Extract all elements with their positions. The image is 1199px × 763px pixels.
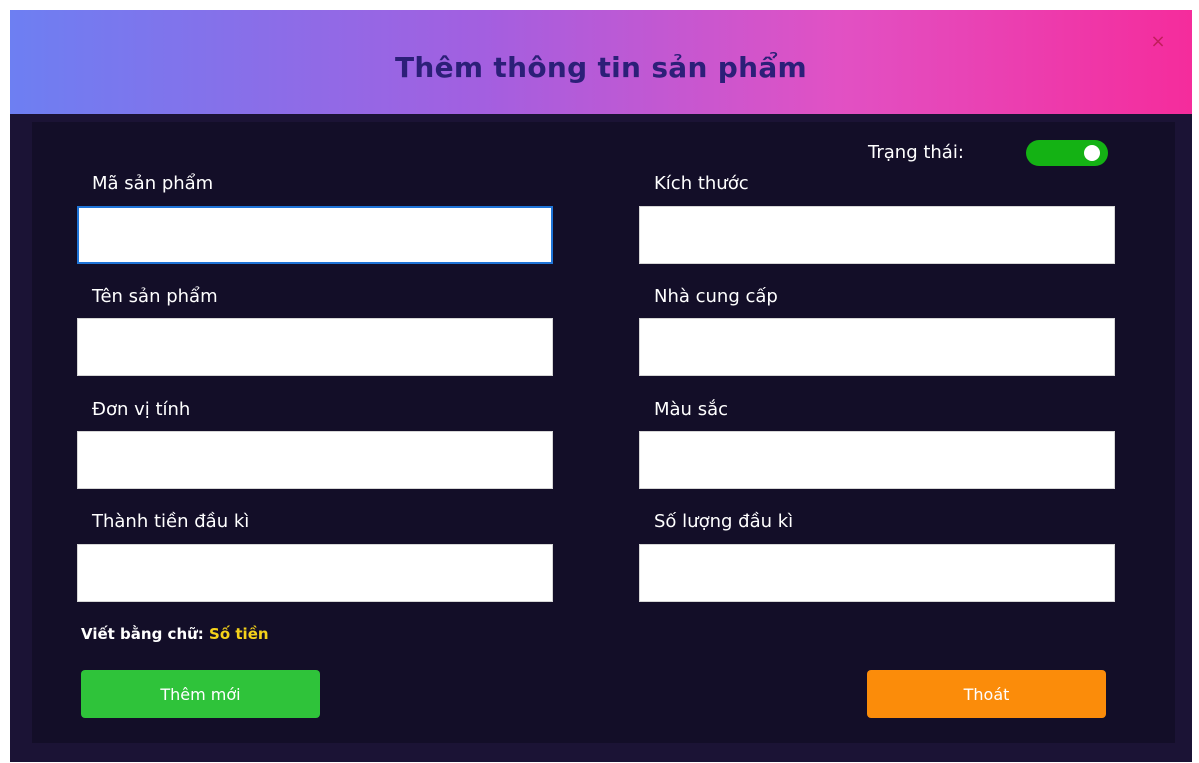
opening-amount-label: Thành tiền đầu kì: [92, 511, 250, 532]
amount-in-words-value: Số tiền: [209, 625, 269, 643]
product-name-label: Tên sản phẩm: [92, 286, 218, 307]
amount-in-words-label: Viết bằng chữ:: [81, 625, 204, 643]
supplier-input[interactable]: [639, 318, 1115, 376]
close-icon[interactable]: ×: [1150, 33, 1166, 51]
opening-amount-input[interactable]: [77, 544, 553, 602]
size-label: Kích thước: [654, 173, 749, 194]
exit-button[interactable]: Thoát: [867, 670, 1106, 718]
window-edge: [0, 0, 8, 763]
product-code-input[interactable]: [77, 206, 553, 264]
color-label: Màu sắc: [654, 399, 728, 420]
status-label: Trạng thái:: [868, 142, 964, 163]
toggle-knob: [1084, 145, 1100, 161]
unit-input[interactable]: [77, 431, 553, 489]
dialog-title: Thêm thông tin sản phẩm: [394, 51, 808, 84]
dialog-header: Thêm thông tin sản phẩm ×: [10, 10, 1192, 114]
color-input[interactable]: [639, 431, 1115, 489]
product-code-label: Mã sản phẩm: [92, 173, 214, 194]
opening-quantity-label: Số lượng đầu kì: [654, 511, 794, 532]
add-product-dialog: Thêm thông tin sản phẩm ×: [10, 10, 1192, 762]
product-name-input[interactable]: [77, 318, 553, 376]
amount-in-words: Viết bằng chữ: Số tiền: [81, 625, 269, 643]
unit-label: Đơn vị tính: [92, 399, 191, 420]
opening-quantity-input[interactable]: [639, 544, 1115, 602]
size-input[interactable]: [639, 206, 1115, 264]
supplier-label: Nhà cung cấp: [654, 286, 778, 307]
add-new-button[interactable]: Thêm mới: [81, 670, 320, 718]
status-toggle[interactable]: [1026, 140, 1108, 166]
